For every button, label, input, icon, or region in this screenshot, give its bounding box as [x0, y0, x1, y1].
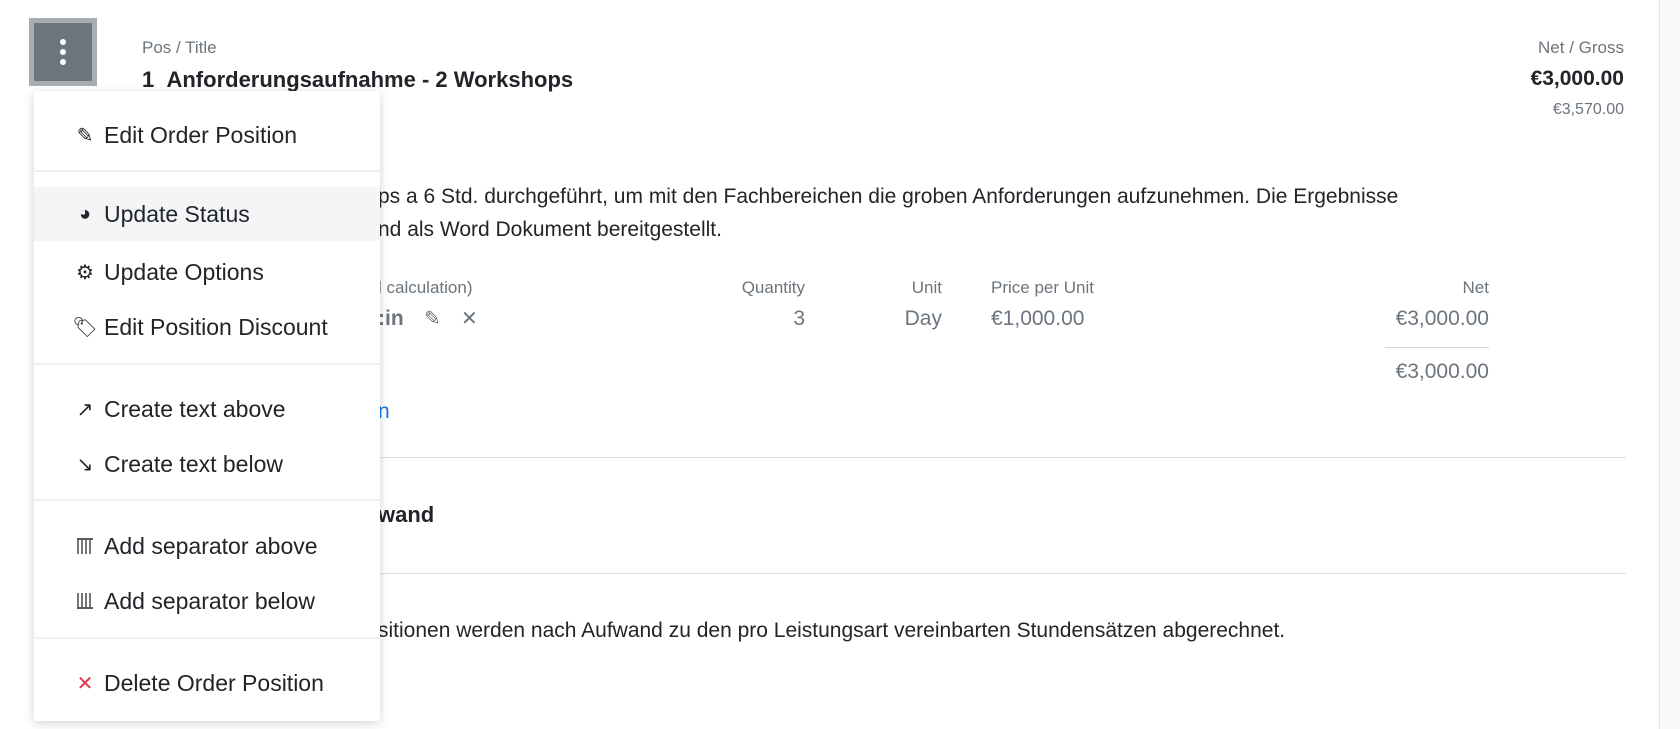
menu-item-label: Delete Order Position [104, 669, 324, 696]
menu-item-create-text-below[interactable]: ↘ Create text below [34, 438, 380, 490]
gear-icon: ⚙ [76, 261, 94, 284]
close-icon: ✕ [76, 672, 94, 695]
close-icon[interactable]: ✕ [461, 306, 478, 331]
section-text: sitionen werden nach Aufwand zu den pro … [378, 619, 1286, 642]
section-divider [380, 573, 1626, 574]
net-gross-label: Net / Gross [1538, 38, 1624, 57]
menu-divider [34, 363, 380, 365]
separator-above-icon [72, 538, 98, 554]
description-line: nd als Word Dokument bereitgestellt. [378, 218, 722, 241]
menu-item-label: Update Status [104, 200, 250, 227]
menu-item-add-separator-above[interactable]: Add separator above [34, 520, 380, 572]
menu-item-label: Edit Position Discount [104, 313, 328, 340]
position-number: 1 [142, 67, 155, 92]
menu-item-label: Update Options [104, 258, 264, 285]
row-net: €3,000.00 [1395, 307, 1489, 330]
calc-header-unit: Unit [911, 278, 942, 297]
section-title: wand [378, 502, 435, 527]
net-amount: €3,000.00 [1530, 67, 1624, 90]
menu-item-label: Edit Order Position [104, 121, 298, 148]
menu-item-update-options[interactable]: ⚙ Update Options [34, 246, 380, 298]
tag-icon: 🏷︎ [72, 316, 98, 339]
total-divider [1385, 347, 1489, 348]
row-price: €1,000.00 [991, 307, 1085, 330]
menu-item-create-text-above[interactable]: ↗ Create text above [34, 383, 380, 435]
calc-header-price: Price per Unit [991, 278, 1094, 297]
position-title-text: Anforderungsaufnahme - 2 Workshops [166, 67, 574, 92]
separator-below-icon [72, 593, 98, 609]
calc-header-quantity: Quantity [741, 278, 805, 297]
arrow-up-right-icon: ↗ [76, 398, 94, 421]
menu-item-edit-order-position[interactable]: ✎ Edit Order Position [34, 109, 380, 161]
position-actions-button[interactable] [29, 18, 97, 86]
menu-item-update-status[interactable]: ◕ Update Status [34, 187, 380, 241]
calc-header-net: Net [1462, 278, 1489, 297]
menu-item-label: Create text below [104, 450, 283, 477]
menu-item-label: Create text above [104, 395, 286, 422]
row-name: :in [378, 307, 404, 330]
position-title: 1 Anforderungsaufnahme - 2 Workshops [142, 67, 573, 93]
kebab-icon [60, 37, 66, 67]
menu-item-label: Add separator above [104, 532, 318, 559]
description-line: ps a 6 Std. durchgeführt, um mit den Fac… [378, 185, 1399, 208]
row-unit: Day [904, 307, 942, 330]
pos-title-label: Pos / Title [142, 38, 217, 57]
menu-divider [34, 499, 380, 501]
menu-divider [34, 637, 380, 639]
calc-header-name: l calculation) [378, 278, 473, 297]
gross-amount: €3,570.00 [1552, 101, 1624, 118]
arrow-down-right-icon: ↘ [76, 453, 94, 476]
scrollbar[interactable] [1659, 0, 1680, 729]
row-quantity: 3 [793, 307, 805, 330]
menu-item-label: Add separator below [104, 587, 315, 614]
menu-item-edit-position-discount[interactable]: 🏷︎ Edit Position Discount [34, 301, 380, 353]
menu-item-add-separator-below[interactable]: Add separator below [34, 575, 380, 627]
pencil-icon[interactable]: ✎ [424, 306, 441, 331]
menu-divider [34, 170, 380, 172]
pencil-icon: ✎ [76, 124, 94, 147]
section-divider [380, 457, 1626, 458]
calc-total: €3,000.00 [1395, 360, 1489, 383]
position-actions-menu: ✎ Edit Order Position ◕ Update Status ⚙ Upd… [34, 91, 380, 721]
menu-item-delete-order-position[interactable]: ✕ Delete Order Position [34, 657, 380, 709]
status-icon: ◕ [78, 202, 92, 225]
